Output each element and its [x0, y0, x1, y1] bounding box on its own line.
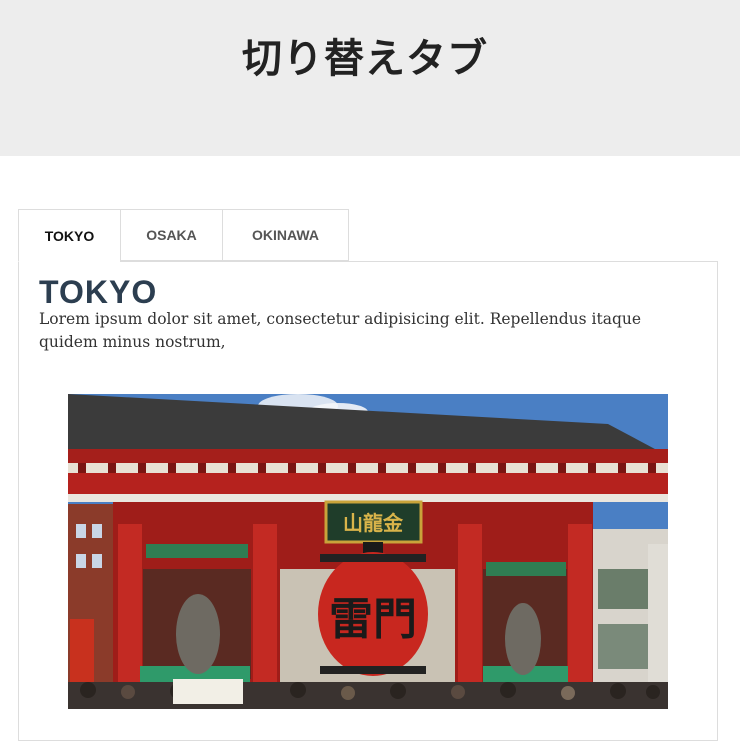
tab-panel-tokyo: TOKYO Lorem ipsum dolor sit amet, consec…	[18, 261, 718, 741]
page-title: 切り替えタブ	[242, 36, 488, 82]
page-header: 切り替えタブ	[0, 0, 740, 156]
panel-body-text: Lorem ipsum dolor sit amet, consectetur …	[39, 310, 642, 351]
tab-okinawa[interactable]: OKINAWA	[222, 209, 349, 261]
tab-bar: TOKYO OSAKA OKINAWA	[18, 209, 349, 262]
panel-heading: TOKYO	[39, 274, 158, 310]
kaminarimon-gate-photo: 山龍金 雷門	[68, 394, 668, 709]
lantern-text: 雷門	[329, 594, 417, 645]
gate-plaque-text: 山龍金	[343, 511, 404, 535]
tab-osaka[interactable]: OSAKA	[120, 209, 222, 261]
tab-tokyo[interactable]: TOKYO	[18, 209, 120, 262]
